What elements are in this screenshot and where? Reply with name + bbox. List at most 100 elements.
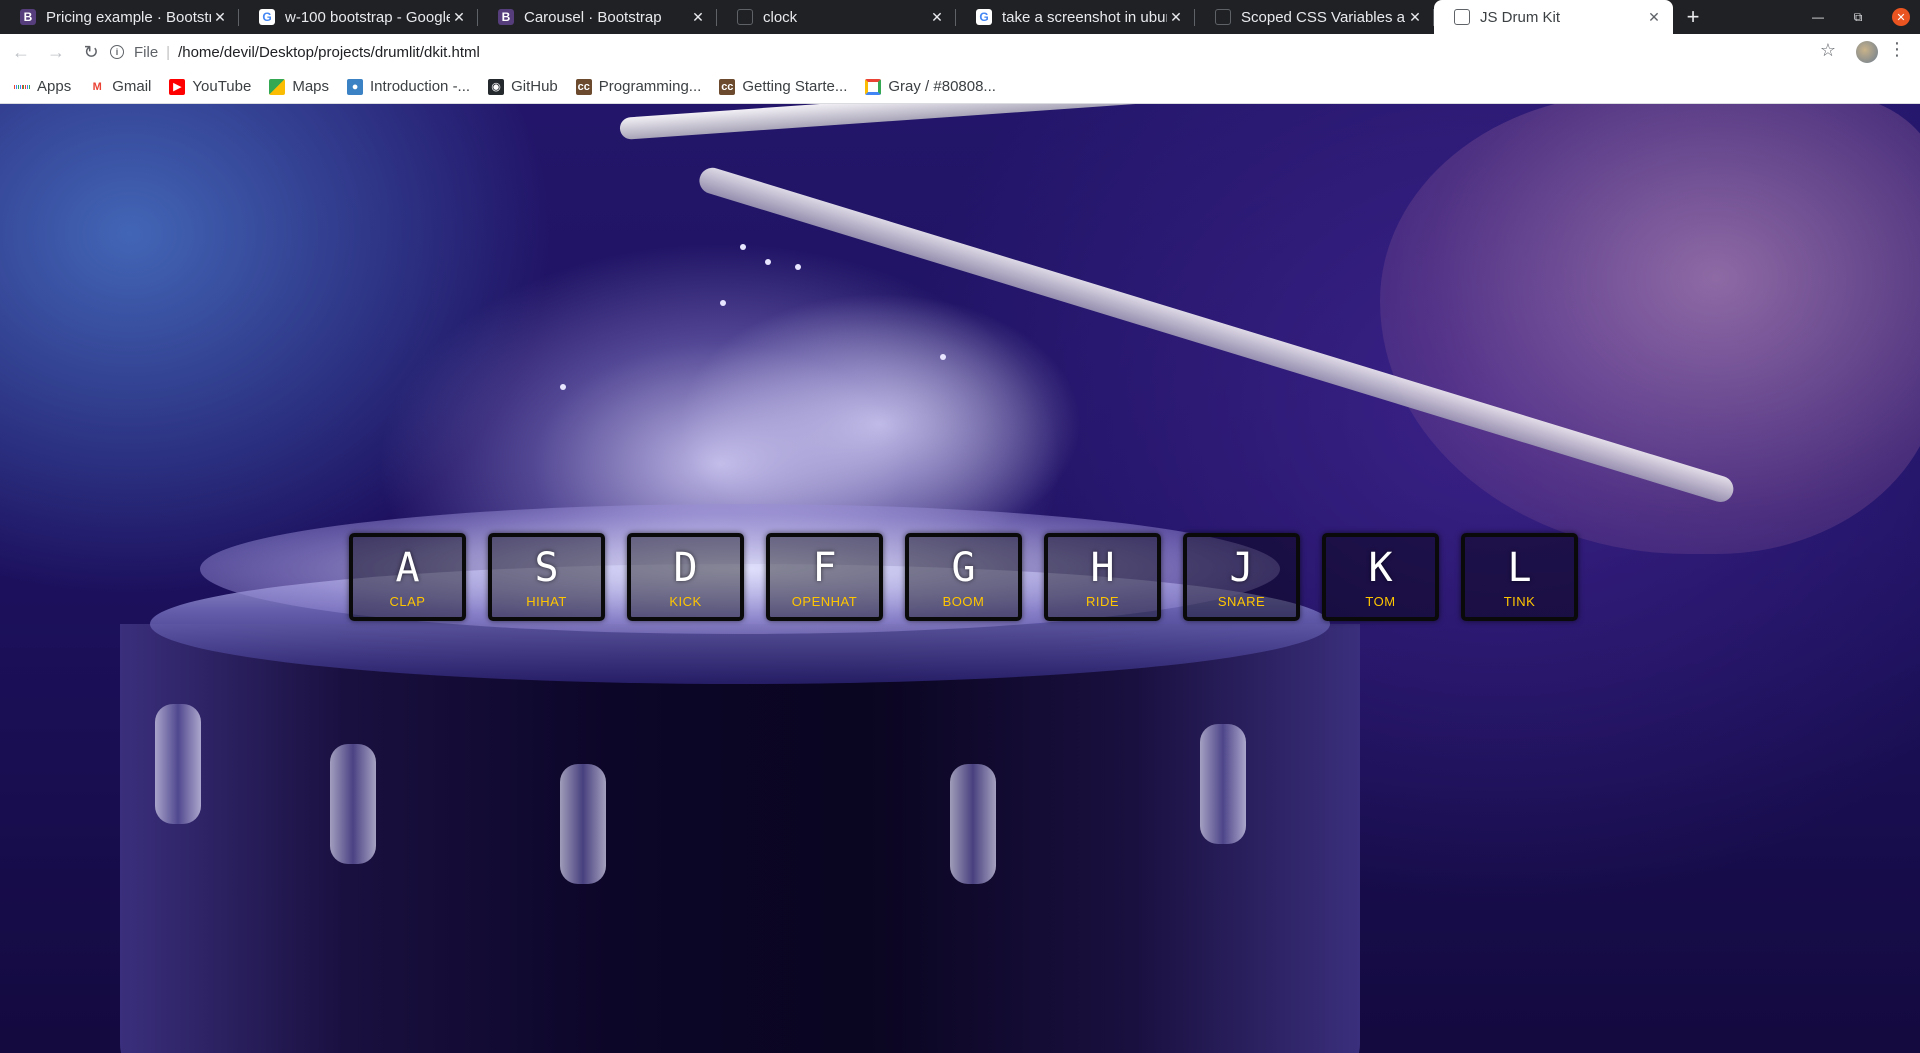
intro-icon: ● <box>347 78 364 95</box>
address-url[interactable]: /home/devil/Desktop/projects/drumlit/dki… <box>178 44 480 61</box>
bookmark-introduction[interactable]: ● Introduction -... <box>347 78 470 95</box>
drum-lug-image <box>330 744 376 864</box>
bookmark-label: Maps <box>292 78 330 95</box>
bookmark-label: Getting Starte... <box>742 78 848 95</box>
bootstrap-icon: B <box>498 9 514 25</box>
bookmark-gray[interactable]: Gray / #80808... <box>865 78 996 95</box>
bookmark-label: Gray / #80808... <box>888 78 996 95</box>
key-letter: L <box>1507 544 1532 591</box>
bookmark-star-icon[interactable]: ☆ <box>1820 40 1836 61</box>
drum-key-f[interactable]: F openhat <box>766 533 883 621</box>
new-tab-button[interactable]: + <box>1673 0 1713 34</box>
drum-key-d[interactable]: D kick <box>627 533 744 621</box>
back-arrow-icon[interactable]: ← <box>7 38 35 66</box>
drummer-hand-image <box>1380 104 1920 554</box>
close-icon[interactable]: ✕ <box>1406 8 1424 26</box>
sound-label: openhat <box>791 593 858 609</box>
sound-label: ride <box>1085 593 1120 609</box>
key-letter: H <box>1090 544 1115 591</box>
powder-particle <box>795 264 801 270</box>
tab-w100-google[interactable]: G w-100 bootstrap - Google ✕ <box>239 0 478 34</box>
bookmark-programming[interactable]: cc Programming... <box>575 78 701 95</box>
sound-label: hihat <box>526 593 567 609</box>
powder-particle <box>560 384 566 390</box>
powder-particle <box>765 259 771 265</box>
bookmarks-bar: Apps M Gmail ▶ YouTube Maps ● Introducti… <box>0 70 1920 104</box>
drum-key-h[interactable]: H ride <box>1044 533 1161 621</box>
apps-icon <box>14 79 31 95</box>
drum-keys: A clap S hihat D kick F openhat G boom H… <box>349 533 1578 621</box>
tab-title: Scoped CSS Variables and <box>1241 8 1406 26</box>
address-divider: | <box>166 43 171 61</box>
tab-carousel-bootstrap[interactable]: B Carousel · Bootstrap ✕ <box>478 0 717 34</box>
blank-page-icon <box>1215 9 1231 25</box>
tab-title: Pricing example · Bootstr <box>46 8 211 26</box>
drum-shell-image <box>120 624 1360 1053</box>
tab-clock[interactable]: clock ✕ <box>717 0 956 34</box>
drum-key-l[interactable]: L tink <box>1461 533 1578 621</box>
tab-strip: B Pricing example · Bootstr ✕ G w-100 bo… <box>0 0 1920 34</box>
tab-js-drum-kit[interactable]: JS Drum Kit ✕ <box>1434 0 1673 34</box>
close-icon[interactable]: ✕ <box>1645 8 1663 26</box>
profile-avatar[interactable] <box>1856 41 1878 63</box>
powder-particle <box>940 354 946 360</box>
google-icon: G <box>976 9 992 25</box>
sound-label: snare <box>1217 593 1266 609</box>
tab-pricing-example[interactable]: B Pricing example · Bootstr ✕ <box>0 0 239 34</box>
close-icon[interactable]: ✕ <box>1167 8 1185 26</box>
forward-arrow-icon[interactable]: → <box>42 38 70 66</box>
bookmark-label: YouTube <box>192 78 252 95</box>
bookmark-github[interactable]: ◉ GitHub <box>488 78 558 95</box>
window-close-icon[interactable]: ✕ <box>1892 8 1910 26</box>
tab-title: w-100 bootstrap - Google <box>285 8 450 26</box>
drum-key-s[interactable]: S hihat <box>488 533 605 621</box>
key-letter: F <box>812 544 837 591</box>
tab-title: JS Drum Kit <box>1480 8 1561 26</box>
bookmark-youtube[interactable]: ▶ YouTube <box>169 78 251 95</box>
tab-title: Carousel · Bootstrap <box>524 8 662 26</box>
globe-icon <box>1454 9 1470 25</box>
github-icon: ◉ <box>488 78 505 95</box>
sound-label: tink <box>1503 593 1536 609</box>
bookmark-label: Gmail <box>112 78 152 95</box>
menu-kebab-icon[interactable]: ⋮ <box>1888 39 1906 60</box>
bookmark-apps[interactable]: Apps <box>14 78 71 95</box>
sound-label: kick <box>669 593 702 609</box>
tab-scoped-css-variables[interactable]: Scoped CSS Variables and ✕ <box>1195 0 1434 34</box>
reload-icon[interactable]: ↻ <box>77 38 105 66</box>
maps-icon <box>269 78 286 95</box>
youtube-icon: ▶ <box>169 78 186 95</box>
bookmark-label: Apps <box>37 78 72 95</box>
key-letter: S <box>534 544 559 591</box>
restore-icon[interactable]: ⧉ <box>1846 0 1870 34</box>
bookmark-getting-started[interactable]: cc Getting Starte... <box>719 78 847 95</box>
address-scheme-label: File <box>134 43 159 61</box>
powder-particle <box>740 244 746 250</box>
drum-key-k[interactable]: K tom <box>1322 533 1439 621</box>
cc-icon: cc <box>575 78 592 95</box>
minimize-icon[interactable]: — <box>1806 0 1830 34</box>
info-icon[interactable]: i <box>110 45 124 59</box>
drum-key-a[interactable]: A clap <box>349 533 466 621</box>
close-icon[interactable]: ✕ <box>450 8 468 26</box>
drum-lug-image <box>560 764 606 884</box>
drum-key-g[interactable]: G boom <box>905 533 1022 621</box>
gmail-icon: M <box>92 80 102 93</box>
tab-title: clock <box>763 8 798 26</box>
close-icon[interactable]: ✕ <box>689 8 707 26</box>
sound-label: clap <box>389 593 426 609</box>
google-icon: G <box>259 9 275 25</box>
sound-label: boom <box>942 593 985 609</box>
bookmark-maps[interactable]: Maps <box>269 78 329 95</box>
tab-title: take a screenshot in ubun <box>1002 8 1167 26</box>
address-bar[interactable]: i File | /home/devil/Desktop/projects/dr… <box>110 38 1820 66</box>
close-icon[interactable]: ✕ <box>928 8 946 26</box>
tab-screenshot-ubuntu[interactable]: G take a screenshot in ubun ✕ <box>956 0 1195 34</box>
bookmark-gmail[interactable]: M Gmail <box>89 78 152 95</box>
bookmark-label: GitHub <box>511 78 558 95</box>
close-icon[interactable]: ✕ <box>211 8 229 26</box>
key-letter: D <box>673 544 698 591</box>
drum-lug-image <box>1200 724 1246 844</box>
drum-key-j[interactable]: J snare <box>1183 533 1300 621</box>
key-letter: A <box>395 544 420 591</box>
